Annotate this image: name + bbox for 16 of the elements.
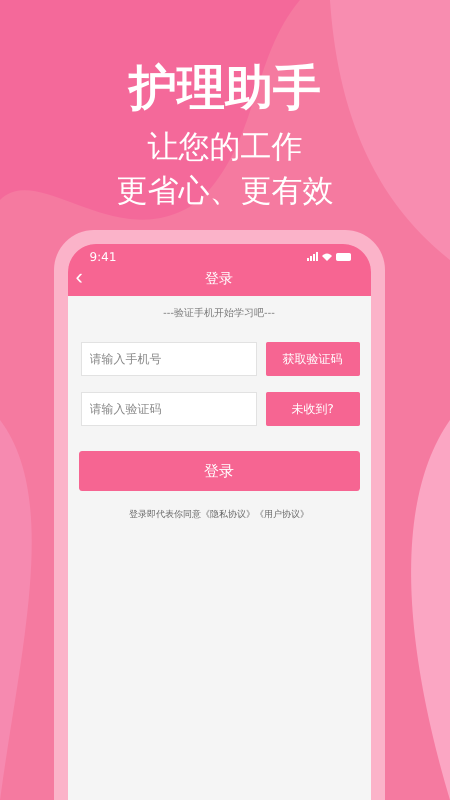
tagline: 更省心、更有效 — [116, 174, 334, 208]
status-time: 9:41 — [90, 250, 116, 264]
input-field[interactable]: 请输入验证码 — [80, 392, 256, 426]
hint-text: ---验证手机开始学习吧--- — [162, 306, 276, 320]
input-field[interactable]: 请输入手机号 — [80, 342, 256, 376]
login-button[interactable]: 登录 — [78, 451, 360, 491]
status-icons — [306, 252, 350, 262]
code-button[interactable]: 未收到? — [266, 392, 360, 426]
code-button[interactable]: 获取验证码 — [266, 342, 360, 376]
headline: 护理助手 — [129, 59, 321, 118]
screen-title: 登录 — [205, 270, 233, 288]
tagline: 让您的工作 — [148, 130, 302, 164]
agreement-link[interactable]: 《隐私协议》 — [201, 510, 255, 520]
agreement-text: 登录即代表你同意《隐私协议》《用户协议》 — [128, 508, 310, 521]
agreement-link[interactable]: 《用户协议》 — [255, 510, 309, 520]
back-button[interactable]: ‹ — [72, 264, 87, 290]
